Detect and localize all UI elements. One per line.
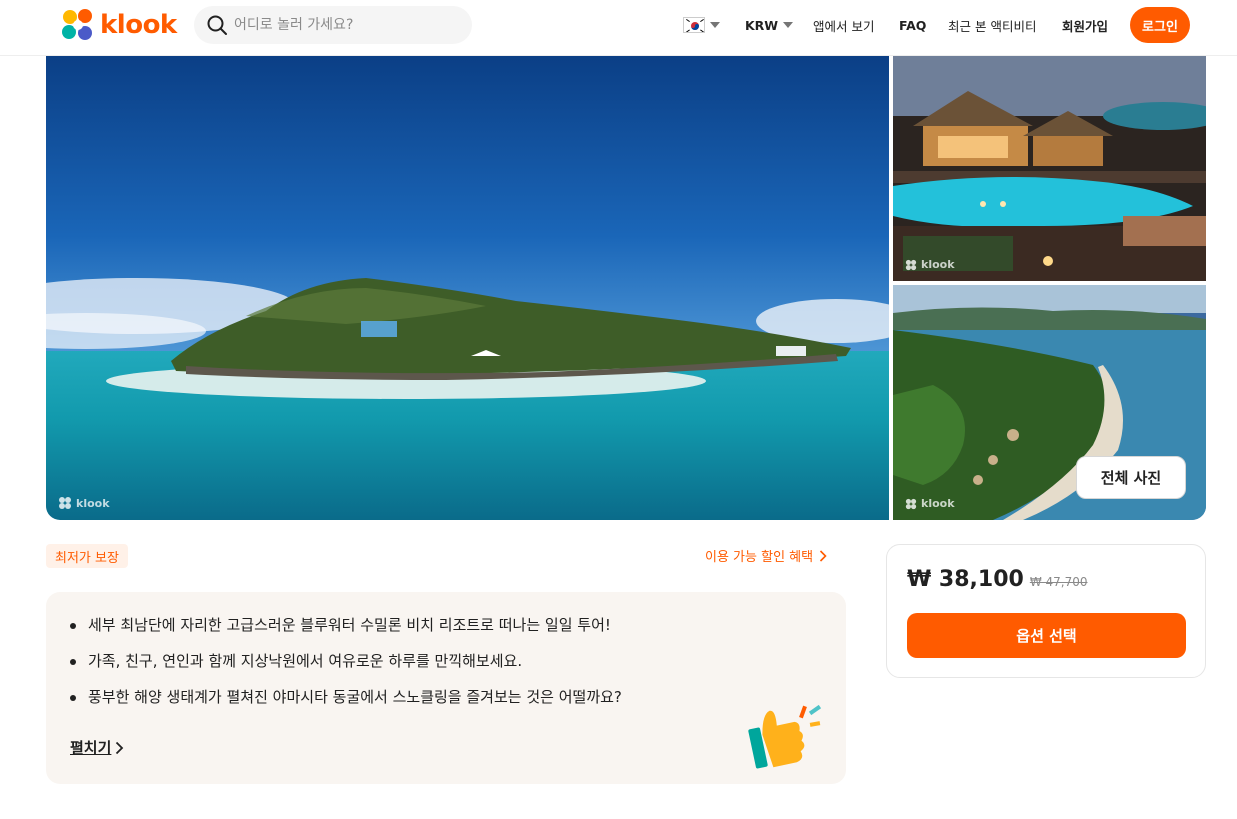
pool-photo: [893, 56, 1206, 281]
watermark-text: klook: [76, 496, 110, 510]
highlights-list: 세부 최남단에 자리한 고급스러운 블루워터 수밀론 비치 리조트로 떠나는 일…: [70, 616, 622, 724]
discount-link-label: 이용 가능 할인 혜택: [705, 550, 814, 565]
klook-watermark-icon: [59, 497, 71, 509]
main-photo[interactable]: klook: [46, 56, 889, 520]
current-price: ₩ 38,100: [907, 567, 1024, 592]
top-header: klook KRW 앱에서 보기 FAQ: [0, 0, 1237, 56]
chevron-right-icon: [820, 549, 827, 562]
search-bar[interactable]: [194, 6, 472, 44]
language-selector[interactable]: [683, 13, 720, 37]
photo-watermark: klook: [905, 258, 955, 271]
faq-link[interactable]: FAQ: [899, 13, 926, 37]
thumbs-up-icon: [748, 704, 822, 769]
klook-logo-icon: [62, 9, 92, 40]
search-icon: [207, 15, 227, 35]
expand-label: 펼치기: [70, 739, 112, 757]
login-button[interactable]: 로그인: [1130, 7, 1190, 43]
recently-viewed-link[interactable]: 최근 본 액티비티: [948, 13, 1036, 37]
watermark-text: klook: [921, 497, 955, 510]
klook-watermark-icon: [905, 498, 917, 509]
highlight-item: 풍부한 해양 생태계가 펼쳐진 야마시타 동굴에서 스노클링을 즐겨보는 것은 …: [70, 688, 622, 724]
best-price-badge: 최저가 보장: [46, 544, 128, 568]
faq-label: FAQ: [899, 17, 927, 33]
recently-viewed-label: 최근 본 액티비티: [948, 18, 1037, 34]
korea-flag-icon: [683, 17, 705, 33]
chevron-down-icon: [710, 22, 720, 28]
app-link[interactable]: 앱에서 보기: [813, 13, 874, 37]
photo-watermark: klook: [905, 497, 955, 510]
highlights-box: 세부 최남단에 자리한 고급스러운 블루워터 수밀론 비치 리조트로 떠나는 일…: [46, 592, 846, 784]
price-card: ₩ 38,100 ₩ 47,700 옵션 선택: [886, 544, 1206, 678]
signup-label: 회원가입: [1062, 18, 1109, 34]
price-row: ₩ 38,100 ₩ 47,700: [907, 567, 1088, 592]
klook-watermark-icon: [905, 259, 917, 270]
photo-watermark: klook: [58, 496, 110, 510]
original-price: ₩ 47,700: [1029, 575, 1088, 589]
currency-label: KRW: [745, 17, 779, 33]
klook-logo[interactable]: klook: [60, 8, 177, 42]
highlight-item: 가족, 친구, 연인과 함께 지상낙원에서 여유로운 하루를 만끽해보세요.: [70, 652, 622, 688]
chevron-right-icon: [116, 741, 124, 754]
resort-pool-photo[interactable]: klook: [893, 56, 1206, 281]
signup-link[interactable]: 회원가입: [1062, 13, 1108, 37]
brand-name: klook: [100, 10, 177, 40]
app-link-label: 앱에서 보기: [813, 18, 875, 34]
currency-selector[interactable]: KRW: [745, 13, 794, 37]
select-option-button[interactable]: 옵션 선택: [907, 613, 1186, 658]
expand-button[interactable]: 펼치기: [70, 737, 124, 758]
view-all-photos-button[interactable]: 전체 사진: [1076, 456, 1186, 499]
chevron-down-icon: [783, 22, 794, 28]
available-discounts-link[interactable]: 이용 가능 할인 혜택: [705, 546, 827, 565]
search-input[interactable]: [234, 17, 454, 33]
island-photo: [46, 56, 889, 520]
watermark-text: klook: [921, 258, 955, 271]
highlight-item: 세부 최남단에 자리한 고급스러운 블루워터 수밀론 비치 리조트로 떠나는 일…: [70, 616, 622, 652]
